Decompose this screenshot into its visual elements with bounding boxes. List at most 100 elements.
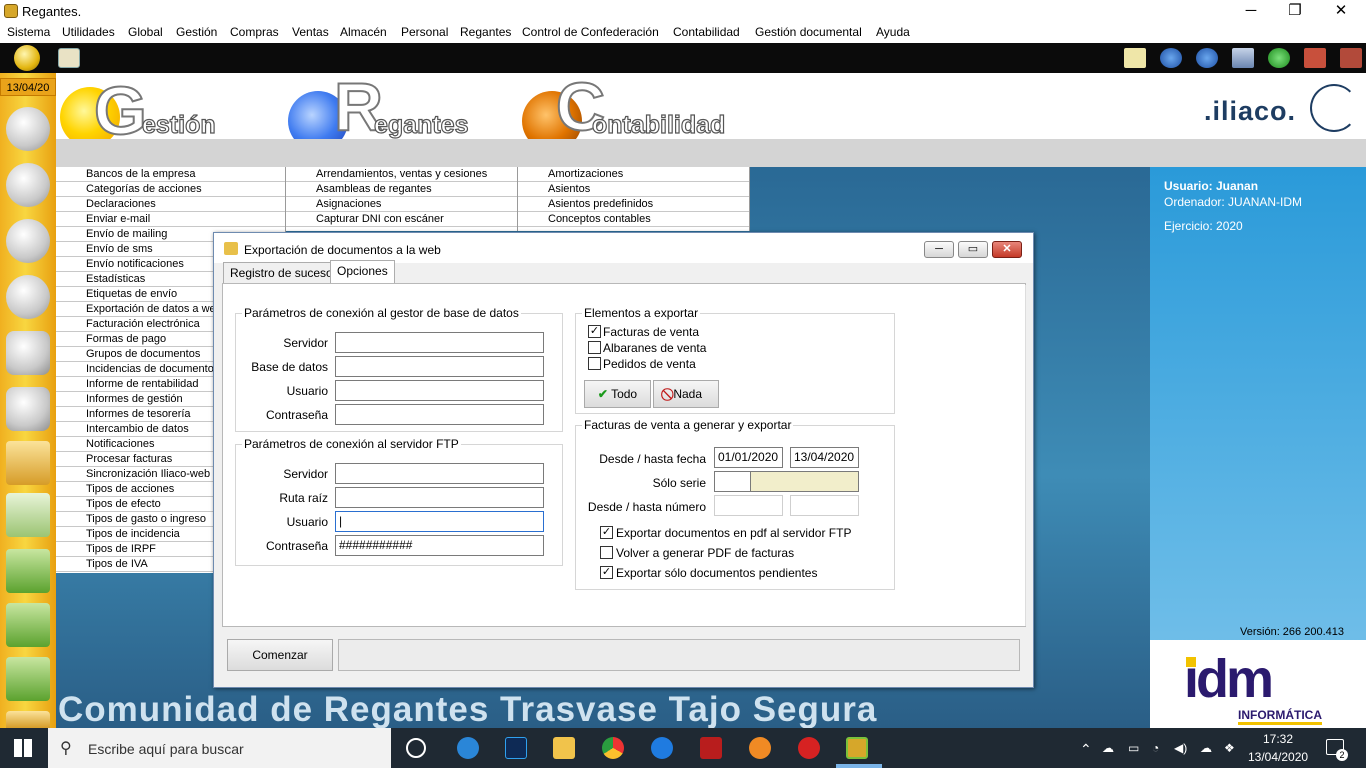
back-arrow-icon[interactable] bbox=[1160, 48, 1182, 68]
list-item[interactable]: Enviar e-mail bbox=[56, 212, 285, 227]
app-flame-icon[interactable] bbox=[749, 737, 771, 759]
menu-compras[interactable]: Compras bbox=[230, 25, 279, 39]
list-item[interactable]: Asambleas de regantes bbox=[286, 182, 517, 197]
dialog-maximize-button[interactable]: ▭ bbox=[958, 241, 988, 258]
file-explorer-icon[interactable] bbox=[553, 737, 575, 759]
windows-start-icon[interactable] bbox=[14, 739, 32, 757]
users-icon[interactable] bbox=[6, 107, 50, 151]
ftp-user-input[interactable]: | bbox=[335, 511, 544, 532]
list-item[interactable]: Asientos predefinidos bbox=[518, 197, 749, 212]
window-list-icon[interactable] bbox=[1232, 48, 1254, 68]
fecha-hasta-input[interactable]: 13/04/2020 bbox=[790, 447, 859, 468]
menu-regantes[interactable]: Regantes bbox=[460, 25, 511, 39]
sepa-icon[interactable] bbox=[6, 549, 50, 593]
mail-icon[interactable] bbox=[1124, 48, 1146, 68]
ftp-password-input[interactable]: ########### bbox=[335, 535, 544, 556]
document-wand-icon[interactable] bbox=[6, 493, 50, 537]
taskbar-search-input[interactable]: Escribe aquí para buscar bbox=[88, 741, 244, 757]
pending-only-checkbox[interactable]: ✓ bbox=[600, 566, 613, 579]
close-window-icon[interactable] bbox=[1304, 48, 1326, 68]
database-wand-icon[interactable] bbox=[6, 387, 50, 431]
bag-alt-icon[interactable] bbox=[6, 657, 50, 701]
menu-gestion-documental[interactable]: Gestión documental bbox=[755, 25, 862, 39]
dialog-close-button[interactable]: ✕ bbox=[992, 241, 1022, 258]
folder-ea-icon[interactable] bbox=[6, 711, 50, 728]
numero-hasta-input[interactable] bbox=[790, 495, 859, 516]
pedidos-venta-checkbox[interactable] bbox=[588, 357, 601, 370]
task-view-icon[interactable] bbox=[406, 738, 426, 758]
forward-arrow-icon[interactable] bbox=[1196, 48, 1218, 68]
iliaco-ring-icon bbox=[1310, 84, 1358, 132]
menu-ayuda[interactable]: Ayuda bbox=[876, 25, 910, 39]
menu-contabilidad[interactable]: Contabilidad bbox=[673, 25, 740, 39]
tab-opciones[interactable]: Opciones bbox=[330, 260, 395, 285]
list-item[interactable]: Conceptos contables bbox=[518, 212, 749, 227]
onedrive-icon[interactable]: ☁ bbox=[1102, 741, 1114, 755]
chrome-icon[interactable] bbox=[602, 737, 624, 759]
volume-icon[interactable]: ◀) bbox=[1174, 741, 1187, 755]
clock-time[interactable]: 17:32 bbox=[1248, 732, 1308, 746]
todo-button[interactable]: ✔ Todo bbox=[584, 380, 651, 408]
folder-f-icon[interactable] bbox=[6, 441, 50, 485]
list-item[interactable]: Bancos de la empresa bbox=[56, 167, 285, 182]
user-a-icon[interactable] bbox=[6, 163, 50, 207]
help-icon[interactable] bbox=[1268, 48, 1290, 68]
minimize-button[interactable]: ─ bbox=[1228, 0, 1274, 23]
menu-global[interactable]: Global bbox=[128, 25, 163, 39]
regantes-app-icon[interactable] bbox=[846, 737, 868, 759]
db-server-input[interactable] bbox=[335, 332, 544, 353]
db-user-input[interactable] bbox=[335, 380, 544, 401]
menu-sistema[interactable]: Sistema bbox=[7, 25, 50, 39]
database-icon[interactable] bbox=[6, 331, 50, 375]
numero-desde-input[interactable] bbox=[714, 495, 783, 516]
db-password-input[interactable] bbox=[335, 404, 544, 425]
teamviewer-icon[interactable] bbox=[651, 737, 673, 759]
maximize-button[interactable]: ❐ bbox=[1272, 0, 1318, 23]
facturas-group-title: Facturas de venta a generar y exportar bbox=[582, 418, 794, 432]
cloud-sync-icon[interactable]: ☁ bbox=[1200, 741, 1212, 755]
menu-almacen[interactable]: Almacén bbox=[340, 25, 387, 39]
regenerate-pdf-checkbox[interactable] bbox=[600, 546, 613, 559]
filezilla-icon[interactable] bbox=[700, 737, 722, 759]
menu-ventas[interactable]: Ventas bbox=[292, 25, 329, 39]
home-orb-icon[interactable] bbox=[14, 45, 40, 71]
comenzar-button[interactable]: Comenzar bbox=[227, 639, 333, 671]
ftp-server-input[interactable] bbox=[335, 463, 544, 484]
list-item[interactable]: Asientos bbox=[518, 182, 749, 197]
menu-control-confederacion[interactable]: Control de Confederación bbox=[522, 25, 659, 39]
db-name-input[interactable] bbox=[335, 356, 544, 377]
list-item[interactable]: Capturar DNI con escáner bbox=[286, 212, 517, 227]
facturas-venta-checkbox[interactable]: ✓ bbox=[588, 325, 601, 338]
dialog-minimize-button[interactable]: ─ bbox=[924, 241, 954, 258]
menu-utilidades[interactable]: Utilidades bbox=[62, 25, 115, 39]
list-item[interactable]: Declaraciones bbox=[56, 197, 285, 212]
folder-icon[interactable] bbox=[58, 48, 80, 68]
tab-registro-sucesos[interactable]: Registro de sucesos bbox=[223, 262, 346, 284]
menu-personal[interactable]: Personal bbox=[401, 25, 448, 39]
clock-date[interactable]: 13/04/2020 bbox=[1248, 750, 1308, 764]
photoshop-icon[interactable] bbox=[505, 737, 527, 759]
user-alt-icon[interactable] bbox=[6, 275, 50, 319]
list-item[interactable]: Asignaciones bbox=[286, 197, 517, 212]
edge-icon[interactable] bbox=[457, 737, 479, 759]
dropbox-icon[interactable]: ❖ bbox=[1224, 741, 1235, 755]
wifi-icon[interactable]: ◔ bbox=[1152, 741, 1159, 755]
tray-chevron-icon[interactable]: ⌃ bbox=[1080, 741, 1092, 758]
user-icon[interactable] bbox=[6, 219, 50, 263]
serie-input[interactable] bbox=[714, 471, 751, 492]
bag-icon[interactable] bbox=[6, 603, 50, 647]
list-item[interactable]: Categorías de acciones bbox=[56, 182, 285, 197]
battery-icon[interactable]: ▭ bbox=[1128, 741, 1139, 755]
list-item[interactable]: Arrendamientos, ventas y cesiones bbox=[286, 167, 517, 182]
export-pdf-checkbox[interactable]: ✓ bbox=[600, 526, 613, 539]
nada-button[interactable]: ⃠ Nada bbox=[653, 380, 719, 408]
close-button[interactable]: ✕ bbox=[1318, 0, 1364, 23]
menu-gestion[interactable]: Gestión bbox=[176, 25, 217, 39]
list-item[interactable]: Amortizaciones bbox=[518, 167, 749, 182]
dx-icon[interactable] bbox=[798, 737, 820, 759]
close-all-icon[interactable] bbox=[1340, 48, 1362, 68]
fecha-desde-input[interactable]: 01/01/2020 bbox=[714, 447, 783, 468]
ftp-root-input[interactable] bbox=[335, 487, 544, 508]
albaranes-venta-checkbox[interactable] bbox=[588, 341, 601, 354]
dialog-scrollbar[interactable] bbox=[1025, 285, 1033, 626]
